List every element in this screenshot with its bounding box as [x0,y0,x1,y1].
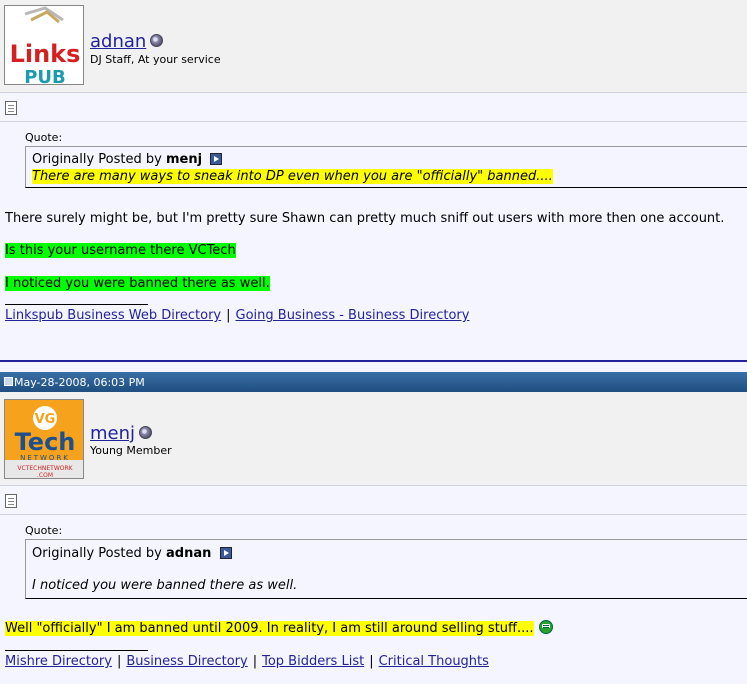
username-text[interactable]: adnan [90,31,146,52]
avatar-line2: PUB [24,67,66,85]
signature-rule [5,304,148,305]
post-body-line-highlighted: Well "officially" I am banned until 2009… [5,621,534,636]
signature-links: Linkspub Business Web Directory | Going Bu… [5,308,469,323]
post2-icon-row [0,487,747,515]
post-body-line-highlighted: Is this your username there VCTech [5,243,236,258]
quote-author: menj [165,152,203,167]
signature-link[interactable]: Critical Thoughts [379,654,489,669]
quote-box: Originally Posted by adnan I noticed you… [25,539,747,599]
username-link[interactable]: adnan [90,31,164,52]
avatar-url: VCTECHNETWORK [17,465,73,472]
quote-text: I noticed you were banned there as well. [32,578,298,593]
link-separator: | [116,654,122,669]
avatar-main: Tech [15,428,76,456]
post-body-line-wrap: Well "officially" I am banned until 2009… [5,619,553,636]
quote-header: Originally Posted by menj [32,152,223,167]
user-title: Young Member [90,444,172,457]
post1-user-row: Links PUB adnan DJ Staff, At your servic… [0,0,747,93]
vctech-logo: VG Tech NETWORK VCTECHNETWORK .COM [5,400,83,479]
post1-icon-row [0,94,747,122]
avatar-dotcom: .COM [37,472,53,479]
avatar-linkspub: Links PUB [4,5,84,85]
link-separator: | [369,654,374,669]
signature-link[interactable]: Business Directory [126,654,247,669]
signature-rule [5,650,148,651]
offline-status-icon [150,33,164,47]
quote-prefix: Originally Posted by [32,546,162,561]
view-post-arrow-icon[interactable] [210,152,223,165]
post-body-line-highlighted: I noticed you were banned there as well. [5,276,270,291]
quote-text: There are many ways to sneak into DP eve… [32,169,553,184]
signature-link[interactable]: Mishre Directory [5,654,112,669]
offline-status-icon [139,425,153,439]
post-document-icon [5,101,17,115]
post-date: May-28-2008, 06:03 PM [14,376,145,389]
linkspub-logo: Links PUB [5,6,83,85]
smile-emoticon-icon [538,619,553,634]
avatar-top: VG [35,412,56,427]
post-body-line: There surely might be, but I'm pretty su… [5,211,725,226]
post2-date-bar: May-28-2008, 06:03 PM [0,372,747,392]
post-divider [0,360,747,362]
signature-link[interactable]: Top Bidders List [262,654,364,669]
signature-link[interactable]: Linkspub Business Web Directory [5,308,221,323]
quote-box: Originally Posted by menj There are many… [25,146,747,188]
signature-links: Mishre Directory | Business Directory | Top … [5,654,489,669]
username-link[interactable]: menj [90,423,153,444]
post2-user-row: VG Tech NETWORK VCTECHNETWORK .COM menj … [0,392,747,486]
post-document-icon [5,494,17,508]
quote-label: Quote: [25,131,63,144]
link-separator: | [252,654,258,669]
avatar-sub: NETWORK [20,454,70,462]
avatar-vctech: VG Tech NETWORK VCTECHNETWORK .COM [4,399,84,479]
link-separator: | [226,308,231,323]
user-title: DJ Staff, At your service [90,53,221,66]
quote-label: Quote: [25,524,63,537]
quote-header: Originally Posted by adnan [32,546,232,561]
quote-author: adnan [165,546,212,561]
quote-prefix: Originally Posted by [32,152,162,167]
signature-link[interactable]: Going Business - Business Directory [236,308,470,323]
post-date-icon [4,377,13,386]
username-text[interactable]: menj [90,423,135,444]
avatar-line1: Links [10,40,81,68]
view-post-arrow-icon[interactable] [219,546,232,559]
